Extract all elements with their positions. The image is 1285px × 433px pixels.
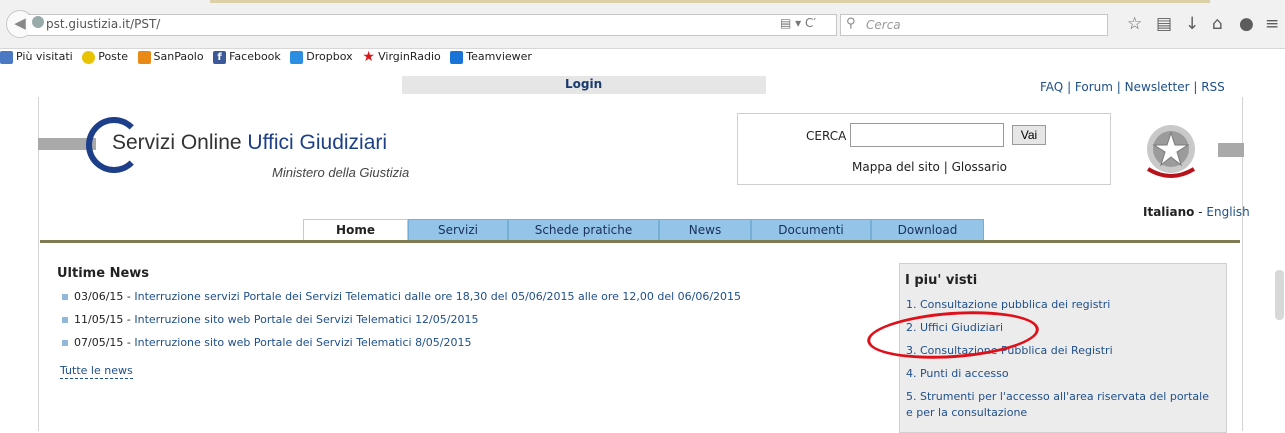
logo-uffici: Uffici Giudiziari: [247, 131, 388, 154]
site-search-input[interactable]: [850, 123, 1004, 147]
news-link[interactable]: Interruzione sito web Portale dei Serviz…: [134, 313, 478, 326]
vai-button[interactable]: Vai: [1012, 125, 1046, 145]
bookmark-item[interactable]: SanPaolo: [137, 50, 204, 64]
bookmark-label: VirginRadio: [378, 50, 441, 64]
republic-emblem-icon: [1146, 125, 1196, 178]
search-links: Mappa del sito | Glossario: [852, 160, 1008, 174]
language-switch: Italiano - English: [1143, 205, 1250, 219]
tab-servizi[interactable]: Servizi: [408, 219, 508, 240]
search-placeholder[interactable]: Cerca: [866, 18, 901, 32]
url-text[interactable]: pst.giustizia.it/PST/: [46, 17, 160, 31]
facebook-icon: f: [213, 50, 227, 64]
lang-italiano[interactable]: Italiano: [1143, 205, 1194, 219]
star-icon: ★: [362, 48, 375, 65]
news-link[interactable]: Interruzione sito web Portale dei Serviz…: [134, 336, 471, 349]
news-link[interactable]: Interruzione servizi Portale dei Servizi…: [134, 290, 741, 303]
sanpaolo-icon: [137, 50, 151, 64]
login-link[interactable]: Login: [565, 77, 602, 91]
tab-strip-accent: [210, 0, 1210, 3]
news-item[interactable]: 11/05/15 - Interruzione sito web Portale…: [62, 313, 478, 326]
ministero-subtitle: Ministero della Giustizia: [272, 165, 410, 180]
most-viewed-item[interactable]: 4. Punti di accesso: [906, 366, 1218, 382]
chat-icon[interactable]: ●: [1239, 14, 1254, 34]
tab-home[interactable]: Home: [303, 219, 408, 242]
most-viewed-item[interactable]: 5. Strumenti per l'accesso all'area rise…: [906, 389, 1218, 421]
home-icon[interactable]: ⌂: [1212, 14, 1223, 34]
bookmarks-bar: Più visitati Poste SanPaolo f Facebook Dr…: [0, 50, 538, 68]
bookmark-item[interactable]: Teamviewer: [450, 50, 532, 64]
faq-link[interactable]: FAQ: [1040, 80, 1063, 94]
cerca-label: CERCA: [806, 129, 847, 143]
logo-servizi: Servizi Online: [112, 131, 242, 154]
utility-links: FAQ | Forum | Newsletter | RSS: [1040, 80, 1225, 94]
logo-bar: [1218, 143, 1244, 157]
mappa-link[interactable]: Mappa del sito: [852, 160, 940, 174]
bookmark-label: SanPaolo: [153, 50, 204, 64]
menu-icon[interactable]: ≡: [1265, 14, 1279, 34]
news-item[interactable]: 07/05/15 - Interruzione sito web Portale…: [62, 336, 471, 349]
news-date: 03/06/15: [74, 290, 124, 303]
glossario-link[interactable]: Glossario: [952, 160, 1007, 174]
reload-icon[interactable]: ▤ ▾ C′: [780, 16, 816, 30]
download-icon[interactable]: ↓: [1185, 14, 1199, 34]
news-date: 11/05/15: [74, 313, 124, 326]
all-news-link[interactable]: Tutte le news: [60, 364, 133, 379]
bullet-icon: [62, 340, 68, 346]
tab-news[interactable]: News: [659, 219, 751, 240]
bookmark-label: Dropbox: [306, 50, 353, 64]
rss-link[interactable]: RSS: [1201, 80, 1225, 94]
most-viewed-title: I piu' visti: [905, 273, 978, 288]
firefox-icon: [0, 50, 13, 64]
newsletter-link[interactable]: Newsletter: [1125, 80, 1190, 94]
most-viewed-item[interactable]: 1. Consultazione pubblica dei registri: [906, 297, 1218, 313]
globe-icon: [32, 16, 44, 28]
bookmark-item[interactable]: f Facebook: [213, 50, 281, 64]
tab-download[interactable]: Download: [871, 219, 984, 240]
bookmark-item[interactable]: Più visitati: [0, 50, 73, 64]
site-logo[interactable]: Servizi Online Uffici Giudiziari: [112, 131, 387, 155]
news-title: Ultime News: [57, 266, 150, 281]
news-date: 07/05/15: [74, 336, 124, 349]
scrollbar[interactable]: [1275, 270, 1284, 320]
teamviewer-icon: [450, 50, 464, 64]
bookmark-label: Teamviewer: [466, 50, 532, 64]
bookmark-label: Più visitati: [16, 50, 73, 64]
bookmark-item[interactable]: Dropbox: [290, 50, 353, 64]
news-item[interactable]: 03/06/15 - Interruzione servizi Portale …: [62, 290, 741, 303]
lang-english[interactable]: English: [1206, 205, 1249, 219]
bookmark-star-icon[interactable]: ☆: [1127, 14, 1142, 34]
bookmark-label: Facebook: [229, 50, 281, 64]
bookmark-item[interactable]: Poste: [82, 50, 128, 64]
tab-schede-pratiche[interactable]: Schede pratiche: [508, 219, 659, 240]
bookmark-item[interactable]: ★ VirginRadio: [362, 48, 441, 65]
bullet-icon: [62, 294, 68, 300]
tab-documenti[interactable]: Documenti: [751, 219, 871, 240]
reading-list-icon[interactable]: ▤: [1156, 14, 1172, 34]
dropbox-icon: [290, 50, 304, 64]
poste-icon: [82, 50, 96, 64]
bookmark-label: Poste: [98, 50, 128, 64]
forum-link[interactable]: Forum: [1075, 80, 1113, 94]
search-icon: ⚲: [846, 16, 856, 31]
tabs-divider: [40, 240, 1240, 243]
bullet-icon: [62, 317, 68, 323]
